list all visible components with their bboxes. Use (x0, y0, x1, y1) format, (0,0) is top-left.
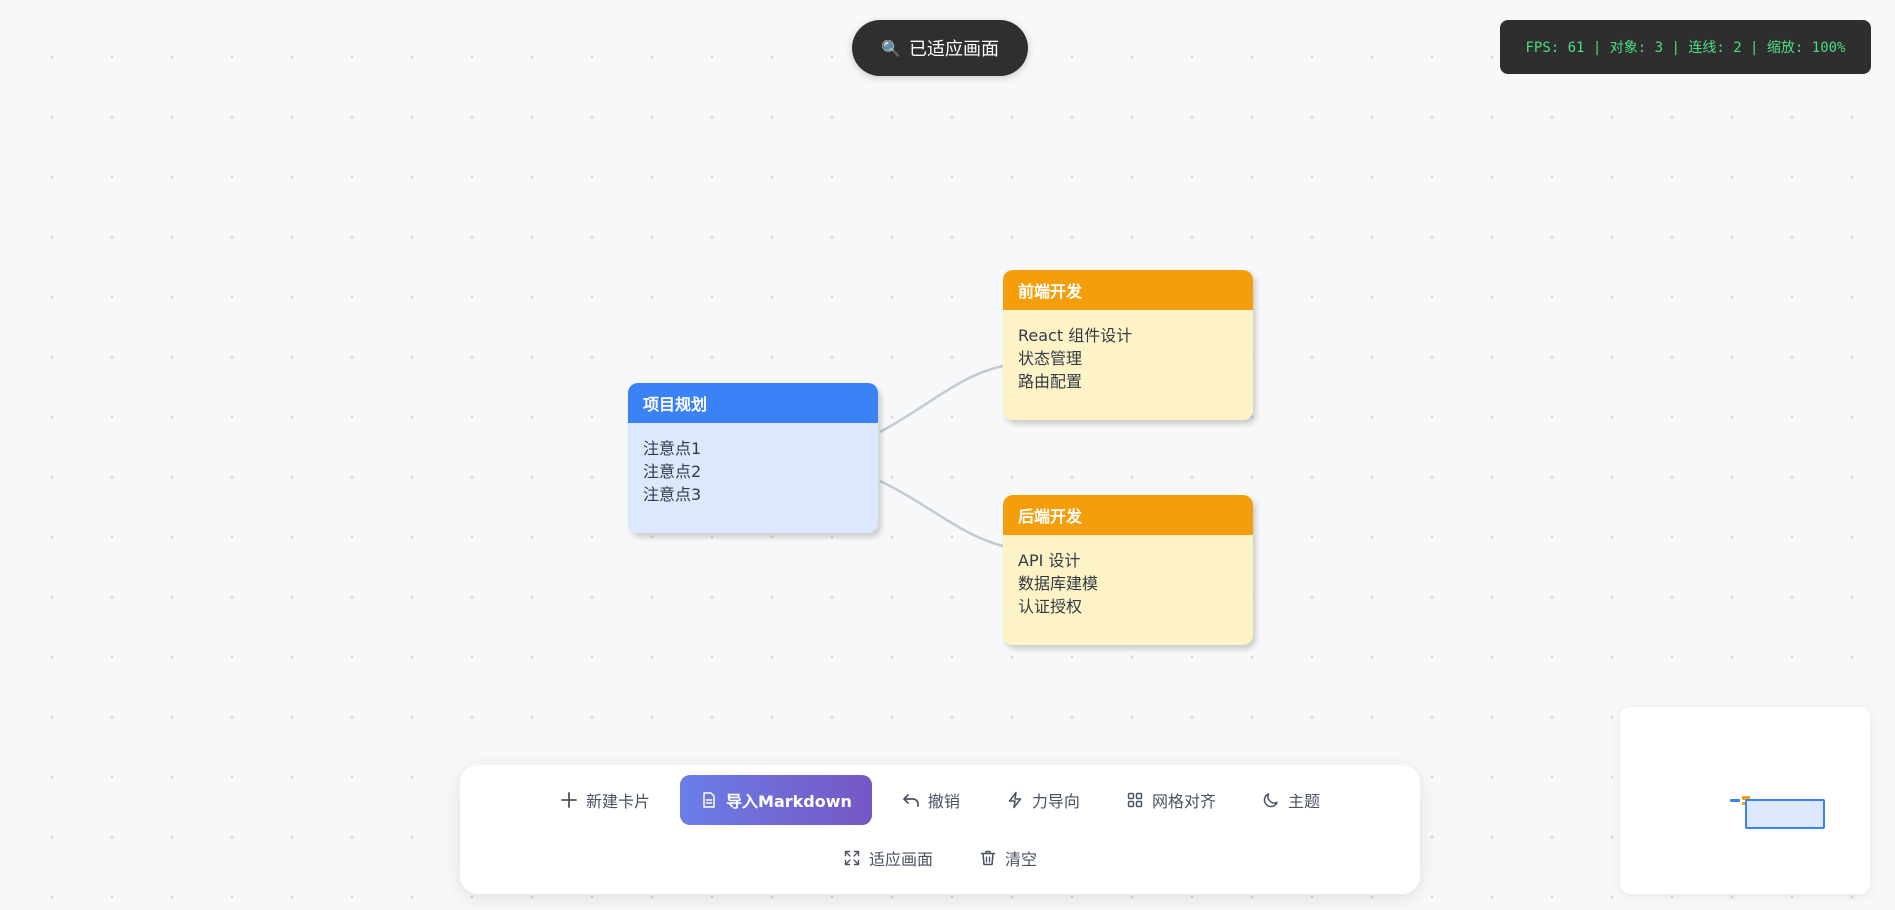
theme-label: 主题 (1287, 792, 1320, 811)
clear-label: 清空 (1005, 850, 1038, 869)
toolbar-row: 适应画面 清空 (460, 833, 1420, 883)
new-card-label: 新建卡片 (586, 792, 651, 811)
theme-button[interactable]: 主题 (1246, 775, 1336, 825)
card-title: 后端开发 (1018, 507, 1083, 526)
card-line: API 设计 (1018, 551, 1081, 570)
trash-icon (979, 849, 997, 867)
card-line: 状态管理 (1018, 349, 1083, 368)
card-frontend[interactable]: 前端开发 React 组件设计 状态管理 路由配置 (1003, 270, 1253, 420)
stats-text: FPS: 61 | 对象: 3 | 连线: 2 | 缩放: 100% (1525, 40, 1846, 56)
card-header[interactable]: 后端开发 (1003, 495, 1253, 535)
document-icon (700, 791, 718, 809)
card-line: 注意点1 (643, 439, 702, 458)
minimap-node-root (1730, 799, 1740, 802)
grid-align-button[interactable]: 网格对齐 (1110, 775, 1232, 825)
card-line: 数据库建模 (1018, 574, 1099, 593)
undo-button[interactable]: 撤销 (886, 775, 976, 825)
card-line: 注意点3 (643, 485, 702, 504)
card-line: React 组件设计 (1018, 326, 1133, 345)
card-header[interactable]: 前端开发 (1003, 270, 1253, 310)
bottom-toolbar: 新建卡片 导入Markdown 撤销 力导向 网格对齐 主题 适应画面 清空 (460, 765, 1420, 894)
undo-label: 撤销 (927, 792, 960, 811)
card-title: 前端开发 (1018, 282, 1083, 301)
fit-view-toast: 🔍 已适应画面 (852, 20, 1028, 76)
toolbar-row: 新建卡片 导入Markdown 撤销 力导向 网格对齐 主题 (460, 775, 1420, 825)
force-layout-label: 力导向 (1031, 792, 1080, 811)
card-body[interactable]: API 设计 数据库建模 认证授权 (1003, 535, 1253, 645)
grid-align-label: 网格对齐 (1151, 792, 1216, 811)
import-markdown-button[interactable]: 导入Markdown (680, 775, 872, 825)
import-markdown-label: 导入Markdown (726, 792, 852, 811)
fit-view-label: 适应画面 (868, 850, 933, 869)
card-header[interactable]: 项目规划 (628, 383, 878, 423)
grid-icon (1126, 791, 1144, 809)
magnifier-icon: 🔍 (881, 38, 901, 58)
clear-button[interactable]: 清空 (963, 833, 1053, 883)
card-line: 注意点2 (643, 462, 702, 481)
card-body[interactable]: React 组件设计 状态管理 路由配置 (1003, 310, 1253, 420)
force-layout-button[interactable]: 力导向 (990, 775, 1096, 825)
lightning-icon (1006, 791, 1024, 809)
new-card-button[interactable]: 新建卡片 (544, 775, 666, 825)
card-line: 认证授权 (1018, 597, 1083, 616)
expand-icon (843, 849, 861, 867)
undo-icon (902, 791, 920, 809)
card-backend[interactable]: 后端开发 API 设计 数据库建模 认证授权 (1003, 495, 1253, 645)
minimap-viewport[interactable] (1745, 799, 1825, 829)
moon-icon (1262, 791, 1280, 809)
card-title: 项目规划 (643, 395, 708, 414)
minimap[interactable] (1620, 707, 1870, 894)
plus-icon (560, 791, 578, 809)
card-root[interactable]: 项目规划 注意点1 注意点2 注意点3 (628, 383, 878, 533)
performance-stats: FPS: 61 | 对象: 3 | 连线: 2 | 缩放: 100% (1500, 20, 1871, 74)
card-body[interactable]: 注意点1 注意点2 注意点3 (628, 423, 878, 533)
fit-view-button[interactable]: 适应画面 (827, 833, 949, 883)
card-line: 路由配置 (1018, 372, 1083, 391)
toast-text: 已适应画面 (908, 39, 999, 60)
